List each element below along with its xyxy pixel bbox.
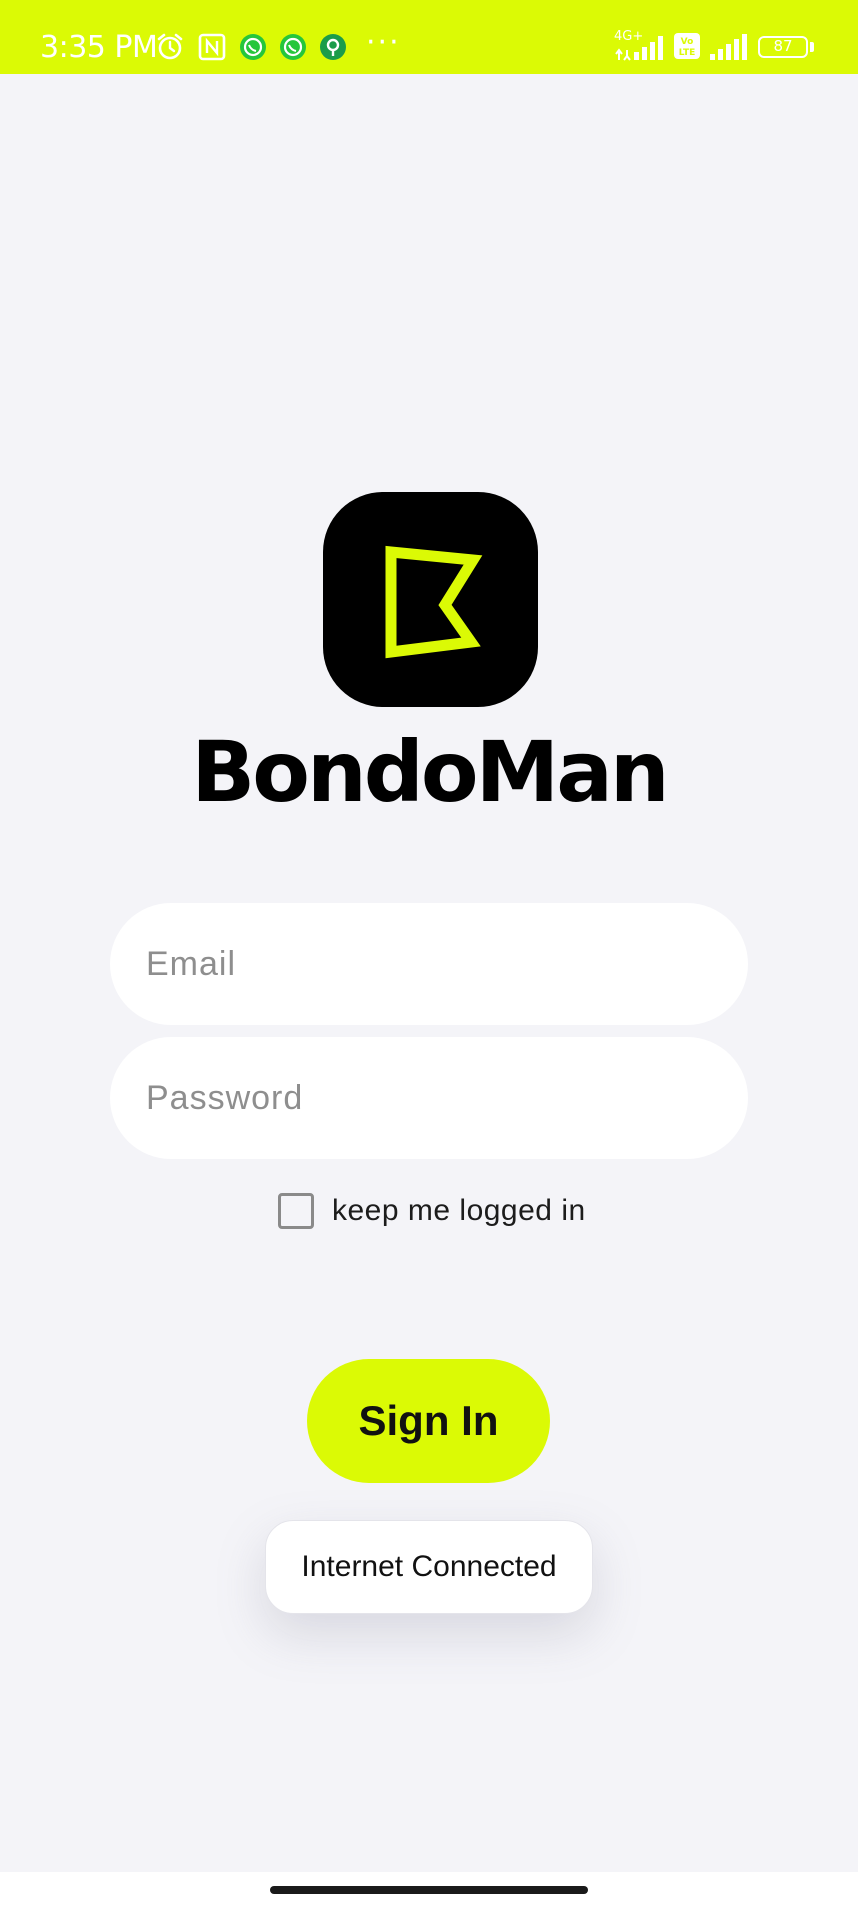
home-indicator[interactable] [270, 1886, 588, 1894]
signal-icon [614, 32, 668, 62]
battery-tip [810, 42, 814, 52]
remember-me-checkbox[interactable] [278, 1193, 314, 1229]
whatsapp-icon [238, 32, 268, 62]
sign-in-button[interactable]: Sign In [307, 1359, 550, 1483]
location-app-icon [318, 32, 348, 62]
email-field[interactable] [110, 903, 748, 1025]
bondoman-logo-icon [323, 492, 538, 707]
status-time: 3:35 PM [40, 30, 158, 65]
battery-icon: 87 [758, 36, 808, 58]
remember-me-row[interactable]: keep me logged in [278, 1190, 586, 1232]
remember-me-label[interactable]: keep me logged in [332, 1194, 586, 1228]
svg-text:Vo: Vo [681, 37, 694, 47]
alarm-icon [155, 32, 185, 62]
status-bar: 3:35 PM ··· 4G+ Vo LTE 87 [0, 0, 858, 74]
signal-icon [708, 32, 748, 62]
password-field[interactable] [110, 1037, 748, 1159]
svg-text:LTE: LTE [679, 48, 696, 58]
toast-message: Internet Connected [265, 1520, 593, 1614]
overflow-icon: ··· [366, 25, 401, 60]
whatsapp-icon [278, 32, 308, 62]
app-name: BondoMan [191, 723, 669, 821]
volte-icon: Vo LTE [673, 32, 701, 60]
nfc-icon [197, 32, 227, 62]
